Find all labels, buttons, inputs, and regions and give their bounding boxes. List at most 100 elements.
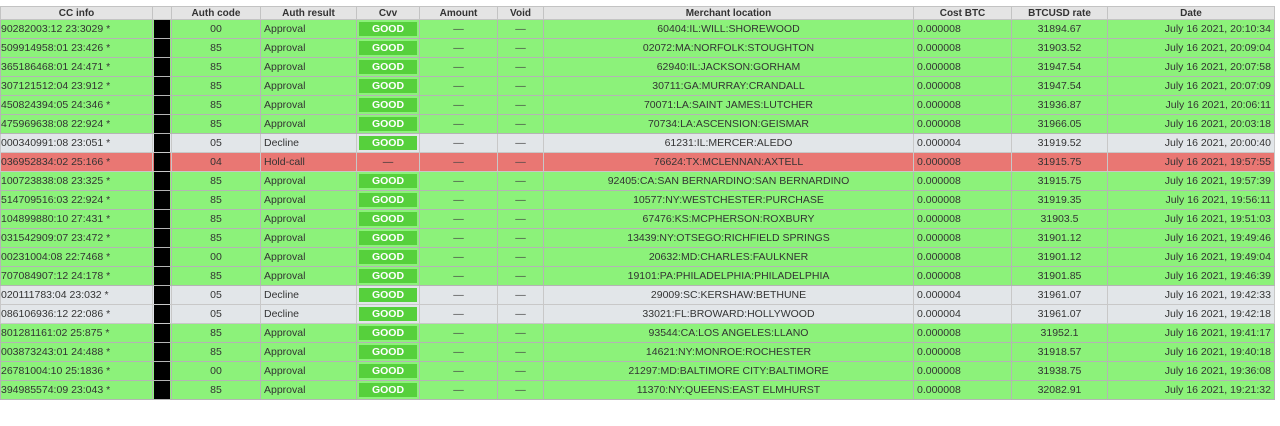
cc-info-text: 90282003:12 23:3029 *: [1, 23, 111, 35]
redaction-block: [154, 115, 170, 133]
cc-info-text: 509914958:01 23:426 *: [1, 42, 111, 54]
masked-cell: [152, 361, 172, 381]
table-row[interactable]: 509914958:01 23:426 * 85 Approval GOOD — —020…: [0, 38, 1275, 58]
col-header-mask: [152, 6, 172, 20]
cvv-status-badge: GOOD: [359, 41, 417, 55]
auth-result-cell: Decline: [260, 304, 357, 324]
auth-code-cell: 85: [171, 228, 261, 248]
cost-btc-cell: 0.000008: [913, 361, 1012, 381]
amount-cell: —: [419, 19, 498, 39]
table-row[interactable]: 00231004:08 22:7468 * 00 Approval GOOD — —206…: [0, 247, 1275, 267]
table-row[interactable]: 365186468:01 24:471 * 85 Approval GOOD — —629…: [0, 57, 1275, 77]
merchant-location-cell: 93544:CA:LOS ANGELES:LLANO: [543, 323, 914, 343]
merchant-location-cell: 62940:IL:JACKSON:GORHAM: [543, 57, 914, 77]
cc-info-cell: 003873243:01 24:488 *: [0, 342, 153, 362]
merchant-location-cell: 61231:IL:MERCER:ALEDO: [543, 133, 914, 153]
table-row[interactable]: 003873243:01 24:488 * 85 Approval GOOD — —146…: [0, 342, 1275, 362]
col-header-merchant-location[interactable]: Merchant location: [543, 6, 914, 20]
table-row[interactable]: 100723838:08 23:325 * 85 Approval GOOD — —924…: [0, 171, 1275, 191]
cvv-status-badge: GOOD: [359, 174, 417, 188]
cost-btc-cell: 0.000008: [913, 57, 1012, 77]
auth-code-cell: 85: [171, 114, 261, 134]
btcusd-rate-cell: 31947.54: [1011, 76, 1108, 96]
auth-code-cell: 85: [171, 342, 261, 362]
table-row[interactable]: 020111783:04 23:032 * 05 Decline GOOD — —2900…: [0, 285, 1275, 305]
auth-code-cell: 85: [171, 323, 261, 343]
cc-info-cell: 307121512:04 23:912 *: [0, 76, 153, 96]
cvv-cell: GOOD: [356, 304, 420, 324]
table-row[interactable]: 26781004:10 25:1836 * 00 Approval GOOD — —212…: [0, 361, 1275, 381]
col-header-auth-result[interactable]: Auth result: [260, 6, 357, 20]
table-row[interactable]: 104899880:10 27:431 * 85 Approval GOOD — —674…: [0, 209, 1275, 229]
col-header-cc-info[interactable]: CC info: [0, 6, 153, 20]
merchant-location-cell: 60404:IL:WILL:SHOREWOOD: [543, 19, 914, 39]
col-header-amount[interactable]: Amount: [419, 6, 498, 20]
merchant-location-cell: 13439:NY:OTSEGO:RICHFIELD SPRINGS: [543, 228, 914, 248]
cost-btc-cell: 0.000008: [913, 323, 1012, 343]
cost-btc-cell: 0.000008: [913, 76, 1012, 96]
col-header-cvv[interactable]: Cvv: [356, 6, 420, 20]
cvv-cell: GOOD: [356, 247, 420, 267]
date-cell: July 16 2021, 20:10:34: [1107, 19, 1275, 39]
date-cell: July 16 2021, 19:57:55: [1107, 152, 1275, 172]
void-cell: —: [497, 209, 544, 229]
table-row[interactable]: 707084907:12 24:178 * 85 Approval GOOD — —191…: [0, 266, 1275, 286]
col-header-cost-btc[interactable]: Cost BTC: [913, 6, 1012, 20]
btcusd-rate-cell: 31901.12: [1011, 228, 1108, 248]
table-row[interactable]: 90282003:12 23:3029 * 00 Approval GOOD — —604…: [0, 19, 1275, 39]
masked-cell: [152, 19, 172, 39]
table-row[interactable]: 031542909:07 23:472 * 85 Approval GOOD — —134…: [0, 228, 1275, 248]
date-cell: July 16 2021, 19:57:39: [1107, 171, 1275, 191]
table-header-row: CC info Auth code Auth result Cvv Amount…: [0, 6, 1275, 20]
redaction-block: [154, 286, 170, 304]
transactions-table: CC info Auth code Auth result Cvv Amount…: [0, 6, 1275, 400]
cc-info-cell: 707084907:12 24:178 *: [0, 266, 153, 286]
btcusd-rate-cell: 31936.87: [1011, 95, 1108, 115]
amount-cell: —: [419, 342, 498, 362]
btcusd-rate-cell: 31938.75: [1011, 361, 1108, 381]
date-cell: July 16 2021, 19:41:17: [1107, 323, 1275, 343]
cvv-status-badge: GOOD: [359, 98, 417, 112]
masked-cell: [152, 209, 172, 229]
merchant-location-cell: 02072:MA:NORFOLK:STOUGHTON: [543, 38, 914, 58]
auth-code-cell: 85: [171, 209, 261, 229]
table-row[interactable]: 514709516:03 22:924 * 85 Approval GOOD — —105…: [0, 190, 1275, 210]
void-cell: —: [497, 304, 544, 324]
table-row[interactable]: 307121512:04 23:912 * 85 Approval GOOD — —307…: [0, 76, 1275, 96]
void-cell: —: [497, 133, 544, 153]
auth-code-cell: 85: [171, 95, 261, 115]
cc-info-cell: 26781004:10 25:1836 *: [0, 361, 153, 381]
redaction-block: [154, 248, 170, 266]
col-header-date[interactable]: Date: [1107, 6, 1275, 20]
cvv-cell: GOOD: [356, 114, 420, 134]
table-row[interactable]: 000340991:08 23:051 * 05 Decline GOOD — —6123…: [0, 133, 1275, 153]
table-row[interactable]: 475969638:08 22:924 * 85 Approval GOOD — —707…: [0, 114, 1275, 134]
table-row[interactable]: 450824394:05 24:346 * 85 Approval GOOD — —700…: [0, 95, 1275, 115]
table-row[interactable]: 036952834:02 25:166 * 04 Hold-call — — —76624…: [0, 152, 1275, 172]
masked-cell: [152, 266, 172, 286]
col-header-auth-code[interactable]: Auth code: [171, 6, 261, 20]
cc-info-cell: 475969638:08 22:924 *: [0, 114, 153, 134]
void-cell: —: [497, 380, 544, 400]
btcusd-rate-cell: 31919.35: [1011, 190, 1108, 210]
auth-result-cell: Approval: [260, 95, 357, 115]
masked-cell: [152, 95, 172, 115]
table-row[interactable]: 086106936:12 22:086 * 05 Decline GOOD — —3302…: [0, 304, 1275, 324]
redaction-block: [154, 210, 170, 228]
btcusd-rate-cell: 31919.52: [1011, 133, 1108, 153]
btcusd-rate-cell: 31952.1: [1011, 323, 1108, 343]
cost-btc-cell: 0.000008: [913, 19, 1012, 39]
redaction-block: [154, 20, 170, 38]
cvv-status-badge: GOOD: [359, 136, 417, 150]
cvv-status-badge: —: [382, 156, 394, 168]
cc-info-text: 307121512:04 23:912 *: [1, 80, 111, 92]
cc-info-cell: 00231004:08 22:7468 *: [0, 247, 153, 267]
col-header-btcusd-rate[interactable]: BTCUSD rate: [1011, 6, 1108, 20]
date-cell: July 16 2021, 19:46:39: [1107, 266, 1275, 286]
table-row[interactable]: 394985574:09 23:043 * 85 Approval GOOD — —113…: [0, 380, 1275, 400]
merchant-location-cell: 70071:LA:SAINT JAMES:LUTCHER: [543, 95, 914, 115]
cvv-status-badge: GOOD: [359, 383, 417, 397]
auth-result-cell: Approval: [260, 171, 357, 191]
col-header-void[interactable]: Void: [497, 6, 544, 20]
table-row[interactable]: 801281161:02 25:875 * 85 Approval GOOD — —935…: [0, 323, 1275, 343]
